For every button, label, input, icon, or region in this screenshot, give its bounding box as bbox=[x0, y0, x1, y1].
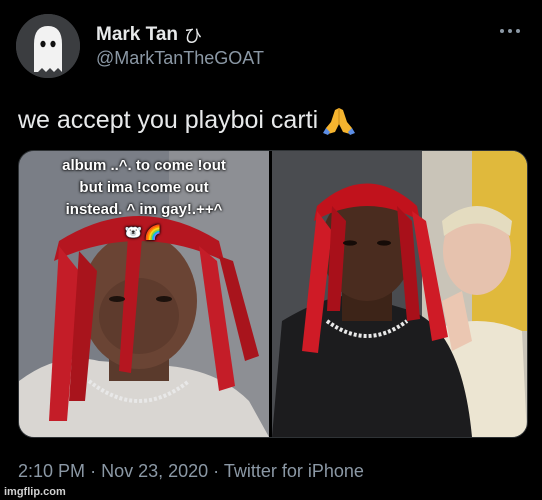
watermark: imgflip.com bbox=[4, 486, 66, 498]
meta-separator: · bbox=[213, 461, 220, 481]
tweet-time[interactable]: 2:10 PM bbox=[18, 461, 85, 481]
ghost-avatar-icon bbox=[16, 14, 80, 78]
tweet-meta: 2:10 PM · Nov 23, 2020 · Twitter for iPh… bbox=[18, 461, 364, 482]
author-name-row[interactable]: Mark Tan ひ bbox=[96, 22, 202, 48]
tweet-media[interactable]: album ..^. to come !out but ima !come ou… bbox=[18, 150, 528, 438]
folded-hands-icon bbox=[322, 104, 356, 136]
image-caption: album ..^. to come !out but ima !come ou… bbox=[19, 155, 269, 243]
tweet-text-content: we accept you playboi carti bbox=[18, 105, 319, 134]
tweet-source[interactable]: Twitter for iPhone bbox=[224, 461, 364, 481]
avatar[interactable] bbox=[16, 14, 80, 78]
tweet-text: we accept you playboi carti bbox=[18, 104, 356, 136]
display-name-glyph: ひ bbox=[184, 26, 203, 46]
photo-right[interactable] bbox=[272, 151, 527, 437]
meta-separator: · bbox=[90, 461, 97, 481]
tweet-card: Mark Tan ひ @MarkTanTheGOAT we accept you… bbox=[0, 0, 542, 500]
photo-right-image bbox=[272, 151, 527, 437]
caption-line: instead. ^ im gay!.++^ bbox=[65, 201, 223, 218]
caption-line: album ..^. to come !out bbox=[62, 157, 226, 174]
user-handle[interactable]: @MarkTanTheGOAT bbox=[96, 48, 264, 69]
tweet-date[interactable]: Nov 23, 2020 bbox=[101, 461, 208, 481]
photo-left[interactable]: album ..^. to come !out but ima !come ou… bbox=[19, 151, 269, 437]
display-name[interactable]: Mark Tan bbox=[96, 24, 178, 46]
caption-line: but ima !come out bbox=[79, 179, 209, 196]
more-horizontal-icon[interactable] bbox=[498, 24, 522, 38]
caption-emoji: 🐻‍❄️🌈 bbox=[124, 224, 164, 240]
